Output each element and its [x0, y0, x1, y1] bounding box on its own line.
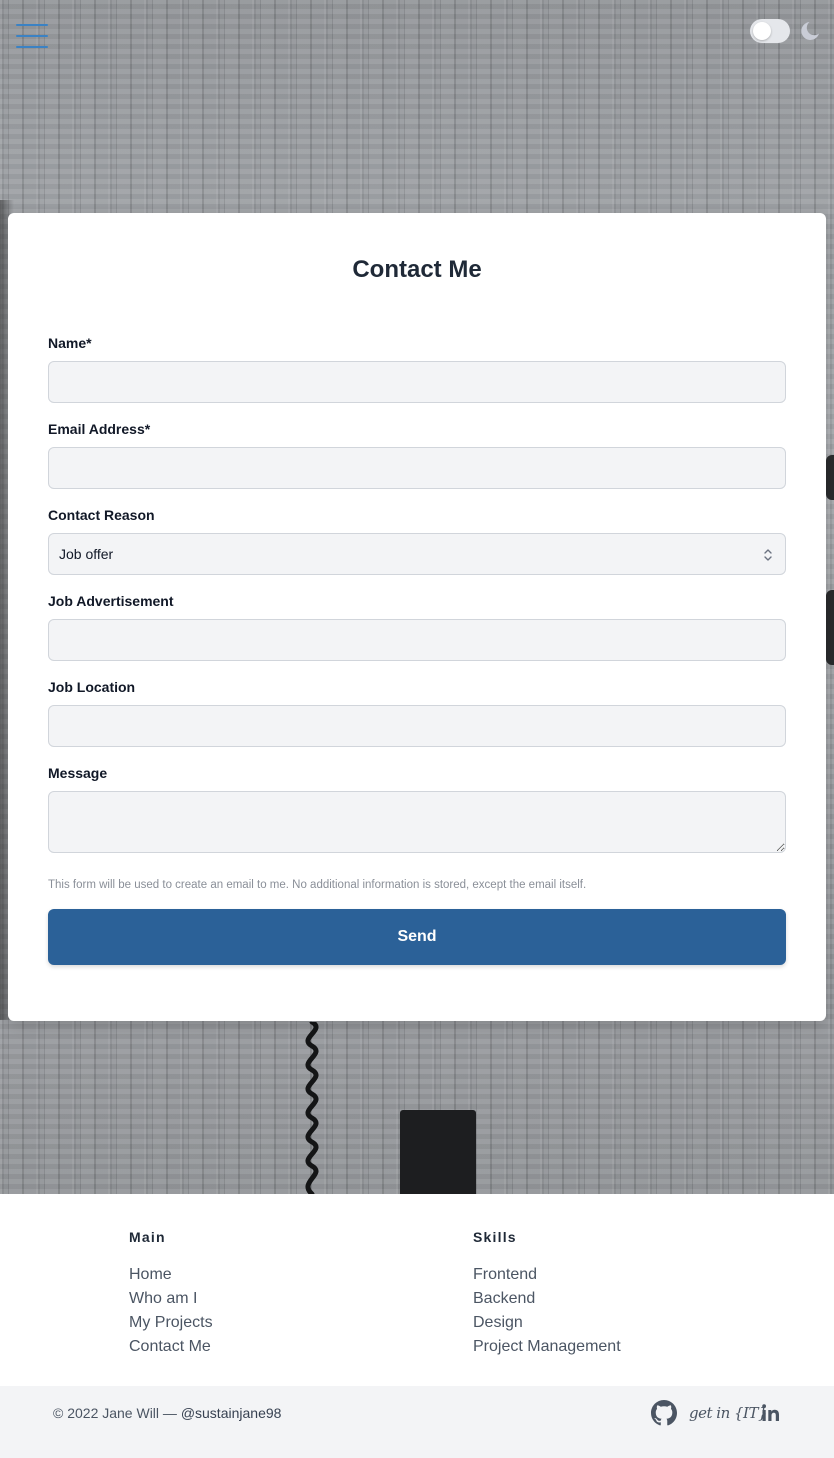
job-location-field[interactable]	[48, 705, 786, 747]
message-label: Message	[48, 765, 108, 781]
github-icon	[651, 1400, 677, 1426]
moon-icon[interactable]	[799, 19, 823, 43]
reason-field-group: Contact Reason Job offer	[48, 507, 786, 575]
job-advertisement-label: Job Advertisement	[48, 593, 174, 609]
job-advertisement-field[interactable]	[48, 619, 786, 661]
bottom-bar: © 2022 Jane Will — @sustainjane98 get in…	[0, 1386, 834, 1458]
job-location-field-group: Job Location	[48, 679, 786, 747]
footer-link-home[interactable]: Home	[129, 1263, 213, 1287]
github-link[interactable]	[651, 1400, 677, 1426]
footer-links: Main Home Who am I My Projects Contact M…	[0, 1194, 834, 1386]
copyright-text: © 2022 Jane Will —	[53, 1405, 181, 1421]
contact-reason-value: Job offer	[59, 546, 114, 562]
footer-link-contact-me[interactable]: Contact Me	[129, 1335, 213, 1359]
hamburger-menu-icon[interactable]	[16, 24, 48, 48]
email-field[interactable]	[48, 447, 786, 489]
toggle-knob	[753, 22, 771, 40]
job-location-label: Job Location	[48, 679, 136, 695]
copyright: © 2022 Jane Will — @sustainjane98	[53, 1405, 281, 1421]
contact-reason-select[interactable]: Job offer	[48, 533, 786, 575]
footer-link-my-projects[interactable]: My Projects	[129, 1311, 213, 1335]
job-ad-field-group: Job Advertisement	[48, 593, 786, 661]
footer-link-project-management[interactable]: Project Management	[473, 1335, 621, 1359]
email-field-group: Email Address*	[48, 421, 786, 489]
footer-link-backend[interactable]: Backend	[473, 1287, 621, 1311]
getin-it-logo: get in {IT}	[689, 1404, 768, 1422]
wall-object	[826, 590, 834, 665]
name-label: Name*	[48, 335, 92, 351]
message-field-group: Message	[48, 765, 786, 853]
footer-main-heading: Main	[129, 1229, 166, 1245]
footer-link-design[interactable]: Design	[473, 1311, 621, 1335]
footer-link-who-am-i[interactable]: Who am I	[129, 1287, 213, 1311]
message-textarea[interactable]	[48, 791, 786, 853]
phone-image	[400, 1110, 476, 1194]
linkedin-icon	[762, 1404, 779, 1421]
theme-toggle[interactable]	[750, 19, 790, 43]
email-label: Email Address*	[48, 421, 151, 437]
contact-reason-label: Contact Reason	[48, 507, 155, 523]
select-chevron-icon	[764, 549, 772, 561]
social-handle-link[interactable]: @sustainjane98	[181, 1405, 282, 1421]
name-field-group: Name*	[48, 335, 786, 403]
getin-it-link[interactable]: get in {IT}	[689, 1400, 768, 1426]
footer-skills-heading: Skills	[473, 1229, 517, 1245]
footer-link-frontend[interactable]: Frontend	[473, 1263, 621, 1287]
footer-skills-column: Skills Frontend Backend Design Project M…	[473, 1229, 621, 1359]
send-button[interactable]: Send	[48, 909, 786, 965]
wall-object	[826, 455, 834, 500]
privacy-note: This form will be used to create an emai…	[48, 879, 587, 891]
name-field[interactable]	[48, 361, 786, 403]
page-title: Contact Me	[352, 256, 482, 283]
linkedin-link[interactable]	[761, 1400, 781, 1426]
footer-main-column: Main Home Who am I My Projects Contact M…	[129, 1229, 213, 1359]
contact-form-card: Contact Me Name* Email Address* Contact …	[8, 213, 826, 1021]
phone-cord-image	[305, 1022, 319, 1194]
